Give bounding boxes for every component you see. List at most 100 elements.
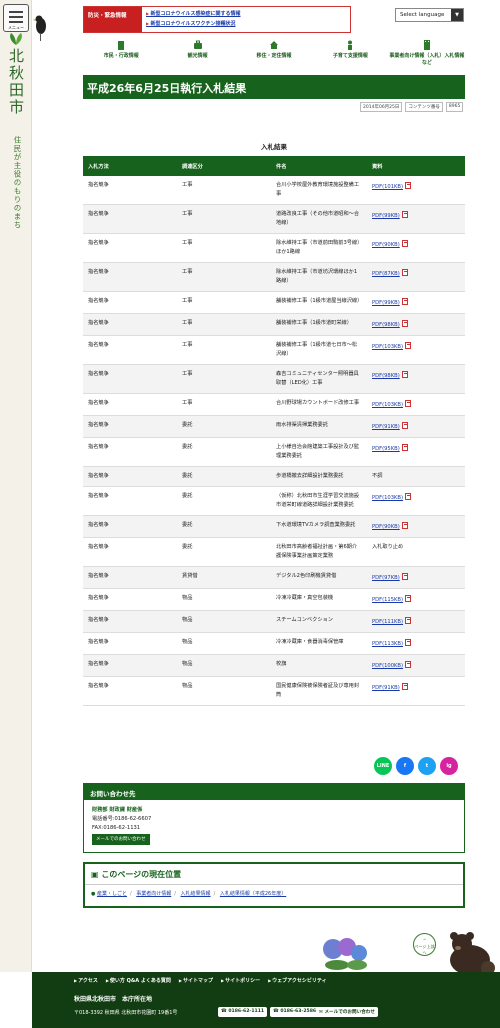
office-icon [423,40,430,50]
table-cell-subject: 道路改良工事（その他市道昭和～合地線） [271,204,367,234]
table-cell-doc: PDF(103KB) [367,335,465,365]
city-logo-icon [10,33,22,45]
table-cell-subject: 舗装補修工事（1級市道町栄線） [271,313,367,336]
footer-link-policy[interactable]: サイトポリシー [221,977,260,984]
pdf-icon [401,422,408,429]
pdf-icon [401,573,408,580]
table-row: 指名競争 委託 下水道環境TVカメラ調査業務委託 PDF(90KB) [83,515,465,538]
social-links: LINE f t ig [374,757,458,775]
table-cell-category: 工事 [177,313,271,336]
pdf-icon [401,444,408,451]
pdf-link[interactable]: PDF(100KB) [372,663,403,669]
breadcrumb-bid-results[interactable]: 入札結果情報 [181,891,211,897]
menu-button[interactable]: メニュー [3,4,29,32]
table-cell-doc: PDF(103KB) [367,486,465,516]
site-footer: アクセス 使い方 Q&A よくある質問 サイトマップ サイトポリシー ウェブアク… [32,972,500,1028]
doc-status: 不調 [372,473,383,479]
footer-mail-button[interactable]: ✉ メールでのお問い合わせ [316,1007,378,1017]
table-cell-method: 指名競争 [83,233,177,263]
column-header: 件名 [271,156,367,176]
table-cell-subject: （仮称）北秋田市生涯学習交流施設市道栄町線道路詳細設計業務委託 [271,486,367,516]
current-location-box: ▣ このページの現在位置 ● 産業・しごと / 事業者向け情報 / 入札結果情報 / … [83,862,465,908]
table-row: 指名競争 賃貸借 デジタル2色印刷機賃貸借 PDF(97KB) [83,566,465,589]
pdf-link[interactable]: PDF(97KB) [372,575,400,581]
nav-item-relocation[interactable]: 移住・定住情報 [236,40,312,68]
pdf-link[interactable]: PDF(90KB) [372,524,400,530]
footer-link-faq[interactable]: 使い方 Q&A よくある質問 [106,977,171,984]
contact-mail-button[interactable]: メールでのお問い合わせ [92,834,150,845]
table-cell-subject: 下水道環境TVカメラ調査業務委託 [271,515,367,538]
page-top-button[interactable]: ^ ページ上部へ [413,933,436,956]
table-row: 指名競争 工事 舗装補修工事（1級市道七日市～松沢線） PDF(103KB) [83,335,465,365]
pdf-link[interactable]: PDF(103KB) [372,495,403,501]
footer-link-sitemap[interactable]: サイトマップ [179,977,213,984]
instagram-icon[interactable]: ig [440,757,458,775]
city-name[interactable]: 北秋田市 [5,48,27,116]
language-select[interactable]: Select language ▼ [395,8,464,22]
nav-item-childcare[interactable]: 子育て支援情報 [312,40,388,68]
table-cell-subject: 歩道橋撤去詳細設計業務委託 [271,466,367,487]
pdf-link[interactable]: PDF(91KB) [372,685,400,691]
table-cell-category: 物品 [177,588,271,611]
breadcrumb-bid-results-h26[interactable]: 入札結果情報（平成26年度） [220,891,286,897]
table-cell-method: 指名競争 [83,291,177,314]
facebook-icon[interactable]: f [396,757,414,775]
table-row: 指名競争 委託 北秋田市高齢者福祉計画・第6期介護保険事業計画策定業務 入札取り止め [83,537,465,567]
table-cell-method: 指名競争 [83,437,177,467]
table-cell-category: 物品 [177,610,271,633]
pdf-icon [405,661,412,668]
pdf-icon [405,639,412,646]
content-number-label: コンテンツ番号 [405,102,443,112]
emergency-link-covid-info[interactable]: 新型コロナウイルス感染症に関する情報 [146,9,240,19]
table-cell-method: 指名競争 [83,393,177,416]
contact-department: 財務部 財政課 財産係 [92,807,143,813]
contact-title: お問い合わせ先 [84,784,464,800]
pdf-link[interactable]: PDF(87KB) [372,271,400,277]
pdf-link[interactable]: PDF(111KB) [372,619,403,625]
breadcrumb-business[interactable]: 事業者向け情報 [136,891,171,897]
pdf-link[interactable]: PDF(95KB) [372,446,400,452]
left-sidebar: メニュー 北秋田市 住民が主役のもりのまち [0,0,32,972]
table-row: 指名競争 物品 校旗 PDF(100KB) [83,654,465,677]
emergency-link-vaccine[interactable]: 新型コロナウイルスワクチン接種状況 [146,19,240,29]
pdf-link[interactable]: PDF(99KB) [372,213,400,219]
table-cell-subject: 校旗 [271,654,367,677]
nav-item-tourism[interactable]: 観光情報 [159,40,235,68]
pdf-link[interactable]: PDF(101KB) [372,184,403,190]
line-icon[interactable]: LINE [374,757,392,775]
suitcase-icon [193,40,202,49]
pdf-link[interactable]: PDF(103KB) [372,402,403,408]
pdf-link[interactable]: PDF(113KB) [372,641,403,647]
pdf-link[interactable]: PDF(98KB) [372,373,400,379]
breadcrumb-industry[interactable]: 産業・しごと [97,891,127,897]
table-row: 指名競争 工事 除水維持工事（市道前田駒前3号線）ほか1路線 PDF(90KB) [83,233,465,263]
table-cell-subject: 森吉コミュニティセンター照明器具取替（LED化）工事 [271,364,367,394]
pdf-link[interactable]: PDF(103KB) [372,344,403,350]
emergency-title: 防災・緊急情報 [84,7,142,32]
pdf-link[interactable]: PDF(98KB) [372,322,400,328]
nav-item-business[interactable]: 事業者向け情報（入札）入札情報など [389,40,465,68]
pdf-link[interactable]: PDF(91KB) [372,424,400,430]
table-cell-method: 指名競争 [83,313,177,336]
pdf-icon [401,522,408,529]
table-cell-subject: 合川小学校屋外教育環境施設整備工事 [271,176,367,205]
table-row: 指名競争 工事 舗装補修工事（1級市道町栄線） PDF(98KB) [83,313,465,336]
twitter-icon[interactable]: t [418,757,436,775]
table-cell-doc: PDF(91KB) [367,415,465,438]
pdf-link[interactable]: PDF(99KB) [372,300,400,306]
footer-link-accessibility[interactable]: ウェブアクセシビリティ [268,977,326,984]
global-nav: 市民・行政情報 観光情報 移住・定住情報 子育て支援情報 事業者向け情報（入札）… [83,40,465,68]
section-title: 入札結果 [261,143,287,151]
nav-item-civic[interactable]: 市民・行政情報 [83,40,159,68]
footer-tel-main[interactable]: ☎ 0186-62-1111 [218,1007,268,1017]
table-cell-doc: PDF(115KB) [367,588,465,611]
pdf-link[interactable]: PDF(90KB) [372,242,400,248]
table-row: 指名競争 工事 舗装補修工事（1級市道屋当線沢線） PDF(99KB) [83,291,465,314]
footer-link-access[interactable]: アクセス [74,977,98,984]
pdf-icon [401,298,408,305]
table-cell-subject: デジタル2色印刷機賃貸借 [271,566,367,589]
pdf-link[interactable]: PDF(115KB) [372,597,403,603]
footer-links: アクセス 使い方 Q&A よくある質問 サイトマップ サイトポリシー ウェブアク… [74,977,327,984]
footer-tel-sub[interactable]: ☎ 0186-63-2586 [270,1007,320,1017]
table-cell-doc: PDF(95KB) [367,437,465,467]
